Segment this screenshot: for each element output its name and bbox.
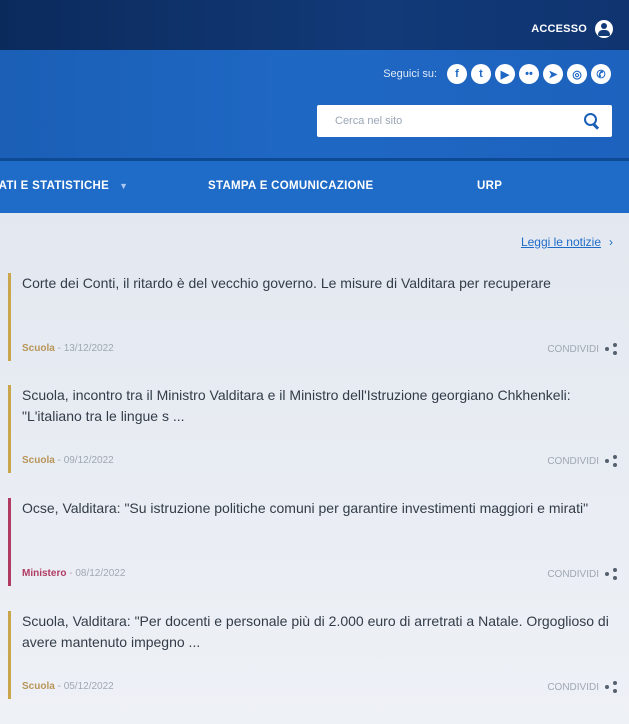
nav-item-label: DATI E STATISTICHE xyxy=(0,180,110,192)
category-bar xyxy=(8,611,11,699)
main-nav: DATI E STATISTICHE ▼ STAMPA E COMUNICAZIO… xyxy=(0,161,629,213)
share-icon xyxy=(605,681,617,693)
news-meta: Ministero - 08/12/2022 xyxy=(22,568,126,579)
nav-item-label: URP xyxy=(477,180,503,192)
share-label: CONDIVIDI xyxy=(547,568,599,580)
share-label: CONDIVIDI xyxy=(547,681,599,693)
whatsapp-icon[interactable]: ✆ xyxy=(591,64,611,84)
social-label: Seguici su: xyxy=(383,68,437,80)
nav-item-dati-statistiche[interactable]: DATI E STATISTICHE ▼ xyxy=(0,180,128,192)
user-icon xyxy=(595,20,613,38)
share-button[interactable]: CONDIVIDI xyxy=(547,343,617,355)
telegram-icon[interactable]: ➤ xyxy=(543,64,563,84)
facebook-icon[interactable]: f xyxy=(447,64,467,84)
social-links: Seguici su: f t ▶ •• ➤ ◎ ✆ xyxy=(383,64,611,84)
share-button[interactable]: CONDIVIDI xyxy=(547,568,617,580)
news-title[interactable]: Ocse, Valditara: "Su istruzione politich… xyxy=(22,498,612,519)
nav-item-urp[interactable]: URP xyxy=(477,180,502,192)
read-news-link[interactable]: Leggi le notizie › xyxy=(521,235,613,249)
news-category: Ministero xyxy=(22,568,67,579)
news-title[interactable]: Scuola, Valditara: "Per docenti e person… xyxy=(22,611,612,653)
news-meta: Scuola - 05/12/2022 xyxy=(22,681,114,692)
chevron-right-icon: › xyxy=(609,235,613,249)
youtube-icon[interactable]: ▶ xyxy=(495,64,515,84)
twitter-icon[interactable]: t xyxy=(471,64,491,84)
instagram-icon[interactable]: ◎ xyxy=(567,64,587,84)
category-bar xyxy=(8,385,11,473)
share-label: CONDIVIDI xyxy=(547,343,599,355)
share-icon xyxy=(605,455,617,467)
news-date: 08/12/2022 xyxy=(75,568,126,579)
login-label: ACCESSO xyxy=(531,23,587,35)
category-bar xyxy=(8,273,11,361)
news-date: 05/12/2022 xyxy=(63,681,114,692)
news-section: Leggi le notizie › Corte dei Conti, il ri… xyxy=(0,213,629,724)
news-meta: Scuola - 13/12/2022 xyxy=(22,343,114,354)
share-icon xyxy=(605,343,617,355)
login-link[interactable]: ACCESSO xyxy=(531,20,613,38)
read-news-label[interactable]: Leggi le notizie xyxy=(521,235,601,249)
top-bar: ACCESSO xyxy=(0,0,629,50)
flickr-icon[interactable]: •• xyxy=(519,64,539,84)
news-item[interactable]: Ocse, Valditara: "Su istruzione politich… xyxy=(8,498,617,586)
nav-item-stampa-comunicazione[interactable]: STAMPA E COMUNICAZIONE xyxy=(208,180,373,192)
nav-item-label: STAMPA E COMUNICAZIONE xyxy=(208,180,374,192)
news-item[interactable]: Scuola, Valditara: "Per docenti e person… xyxy=(8,611,617,699)
search-input[interactable] xyxy=(317,105,567,137)
news-category: Scuola xyxy=(22,681,55,692)
news-meta: Scuola - 09/12/2022 xyxy=(22,455,114,466)
search-icon[interactable] xyxy=(584,113,600,129)
news-item[interactable]: Scuola, incontro tra il Ministro Valdita… xyxy=(8,385,617,473)
share-icon xyxy=(605,568,617,580)
news-title[interactable]: Scuola, incontro tra il Ministro Valdita… xyxy=(22,385,612,427)
news-date: 13/12/2022 xyxy=(63,343,114,354)
share-label: CONDIVIDI xyxy=(547,455,599,467)
share-button[interactable]: CONDIVIDI xyxy=(547,455,617,467)
news-category: Scuola xyxy=(22,343,55,354)
news-category: Scuola xyxy=(22,455,55,466)
search-box xyxy=(317,105,612,137)
chevron-down-icon: ▼ xyxy=(119,181,129,191)
news-item[interactable]: Corte dei Conti, il ritardo è del vecchi… xyxy=(8,273,617,361)
share-button[interactable]: CONDIVIDI xyxy=(547,681,617,693)
header: Seguici su: f t ▶ •• ➤ ◎ ✆ xyxy=(0,50,629,158)
news-title[interactable]: Corte dei Conti, il ritardo è del vecchi… xyxy=(22,273,612,294)
category-bar xyxy=(8,498,11,586)
news-date: 09/12/2022 xyxy=(63,455,114,466)
